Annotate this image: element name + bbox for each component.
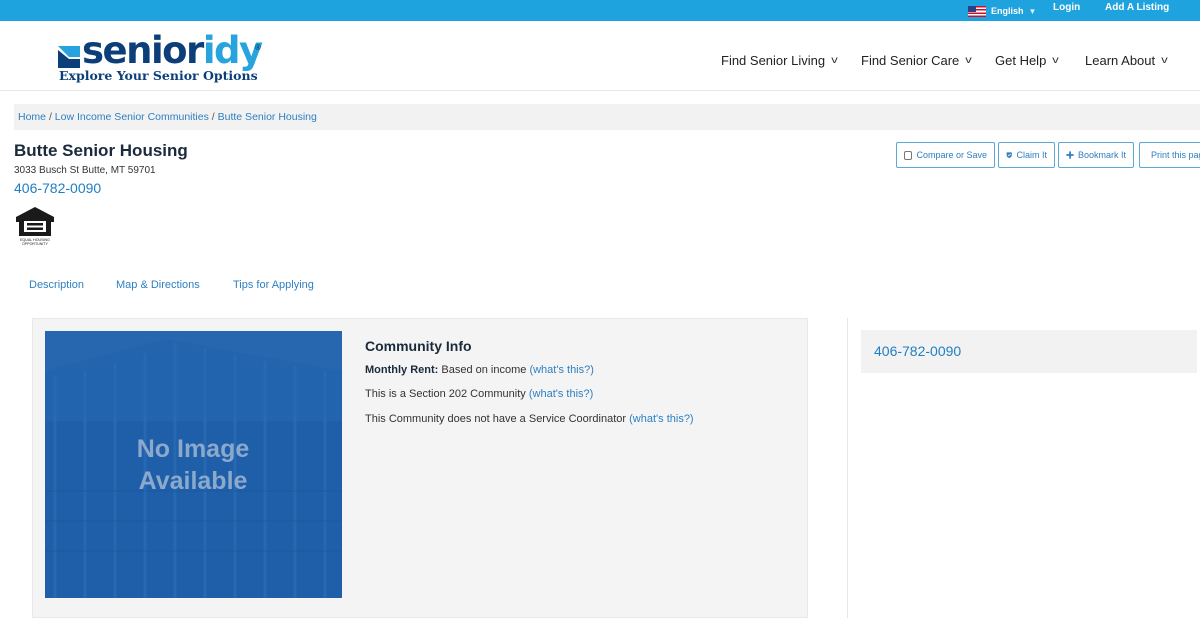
top-bar: English ▼ Login Add A Listing [0,0,1200,21]
add-listing-link[interactable]: Add A Listing [1105,2,1169,13]
page-title: Butte Senior Housing [14,141,188,160]
tab-description[interactable]: Description [29,279,84,291]
tab-map-directions[interactable]: Map & Directions [116,279,200,291]
section-202-line: This is a Section 202 Community (what's … [365,388,593,400]
shield-icon [1006,152,1012,158]
whats-this-link[interactable]: (what's this?) [629,413,693,425]
claim-it-button[interactable]: Claim It [998,142,1055,168]
login-link[interactable]: Login [1053,2,1080,13]
section-202-text: This is a Section 202 Community [365,388,526,400]
svg-text:No Image: No Image [137,435,250,463]
sidebar-phone-card: 406-782-0090 [861,330,1197,373]
logo-wordmark: senioridy [82,29,263,72]
svg-text:OPPORTUNITY: OPPORTUNITY [22,242,48,246]
nav-get-help[interactable]: Get Help v [995,53,1060,68]
breadcrumb-low-income[interactable]: Low Income Senior Communities [55,111,209,123]
breadcrumb-separator: / [211,111,215,123]
print-page-button[interactable]: Print this page [1139,142,1200,168]
chevron-down-icon: v [831,55,838,66]
equal-housing-icon: EQUAL HOUSING OPPORTUNITY [16,207,54,246]
logo-mark-icon [58,46,80,68]
chevron-down-icon: v [1052,55,1060,66]
monthly-rent-value: Based on income [441,364,527,376]
listing-phone-link[interactable]: 406-782-0090 [14,180,101,196]
tab-tips-for-applying[interactable]: Tips for Applying [233,279,314,291]
column-divider [847,318,848,618]
community-info-heading: Community Info [365,338,472,354]
whats-this-link[interactable]: (what's this?) [529,388,593,400]
compare-checkbox[interactable] [904,150,913,160]
listing-address: 3033 Busch St Butte, MT 59701 [14,165,156,176]
us-flag-icon [968,5,986,17]
plus-icon [1066,151,1074,159]
svg-text:Available: Available [139,467,248,495]
caret-down-icon: ▼ [1028,6,1037,16]
bookmark-it-button[interactable]: Bookmark It [1058,142,1134,168]
site-header: senioridy ® Explore Your Senior Options … [0,21,1200,91]
logo-tagline: Explore Your Senior Options [59,68,258,83]
language-selector[interactable]: English ▼ [968,4,1036,18]
monthly-rent-line: Monthly Rent: Based on income (what's th… [365,364,594,376]
no-image-placeholder: No Image Available [45,331,342,598]
community-panel: No Image Available Community Info Monthl… [32,318,808,618]
sidebar-phone-link[interactable]: 406-782-0090 [874,343,961,359]
seniorly-logo[interactable]: senioridy ® Explore Your Senior Options [58,29,268,85]
nav-learn-about[interactable]: Learn About v [1085,53,1168,68]
whats-this-link[interactable]: (what's this?) [529,364,593,376]
compare-or-save-button[interactable]: Compare or Save [896,142,995,168]
breadcrumb-current[interactable]: Butte Senior Housing [218,111,317,123]
chevron-down-icon: v [1161,55,1168,66]
language-label: English [991,6,1024,16]
registered-mark: ® [255,43,261,52]
service-coordinator-text: This Community does not have a Service C… [365,413,627,425]
breadcrumb: Home / Low Income Senior Communities / B… [14,104,1200,130]
breadcrumb-separator: / [48,111,52,123]
nav-find-senior-living[interactable]: Find Senior Living v [721,53,838,68]
monthly-rent-label: Monthly Rent: [365,364,439,376]
nav-find-senior-care[interactable]: Find Senior Care v [861,53,973,68]
breadcrumb-home[interactable]: Home [18,111,46,123]
service-coordinator-line: This Community does not have a Service C… [365,413,694,425]
chevron-down-icon: v [965,55,973,66]
